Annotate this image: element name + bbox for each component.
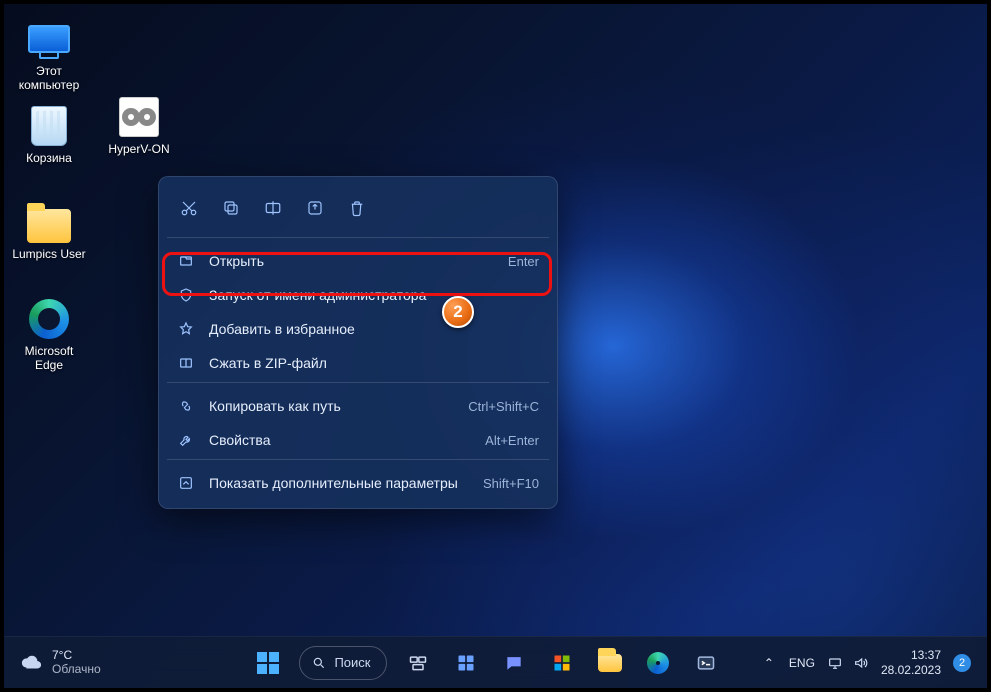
icon-label: Lumpics User: [12, 247, 85, 261]
menu-label: Показать дополнительные параметры: [209, 475, 469, 491]
date: 28.02.2023: [881, 663, 941, 677]
desktop-icon-edge[interactable]: Microsoft Edge: [4, 292, 94, 379]
tray-status[interactable]: [827, 655, 869, 671]
menu-item-more-options[interactable]: Показать дополнительные параметры Shift+…: [167, 466, 549, 500]
desktop-icon-this-pc[interactable]: Этот компьютер: [4, 12, 94, 99]
weather-desc: Облачно: [52, 663, 101, 676]
share-icon[interactable]: [295, 189, 335, 227]
copy-icon[interactable]: [211, 189, 251, 227]
menu-label: Добавить в избранное: [209, 321, 539, 337]
icon-label: Этот компьютер: [19, 64, 80, 93]
desktop-icon-folder[interactable]: Lumpics User: [4, 195, 94, 267]
desktop-icon-hyperv[interactable]: HyperV-ON: [94, 90, 184, 162]
delete-icon[interactable]: [337, 189, 377, 227]
notifications-badge[interactable]: 2: [953, 654, 971, 672]
cut-icon[interactable]: [169, 189, 209, 227]
system-tray: ⌃ ENG 13:37 28.02.2023 2: [761, 648, 987, 677]
menu-shortcut: Ctrl+Shift+C: [468, 399, 539, 414]
search-icon: [312, 656, 326, 670]
search-label: Поиск: [334, 655, 370, 670]
weather-icon: [20, 652, 42, 674]
star-icon: [177, 321, 195, 337]
menu-label: Свойства: [209, 432, 471, 448]
more-icon: [177, 475, 195, 491]
menu-label: Открыть: [209, 253, 494, 269]
edge-button[interactable]: [637, 642, 679, 684]
menu-item-properties[interactable]: Свойства Alt+Enter: [167, 423, 549, 457]
batch-file-icon: [116, 96, 162, 138]
folder-icon: [598, 654, 622, 672]
menu-label: Запуск от имени администратора: [209, 287, 525, 303]
terminal-button[interactable]: [685, 642, 727, 684]
context-menu: Открыть Enter Запуск от имени администра…: [158, 176, 558, 509]
menu-shortcut: Enter: [508, 254, 539, 269]
clock[interactable]: 13:37 28.02.2023: [881, 648, 941, 677]
volume-icon: [853, 655, 869, 671]
menu-label: Сжать в ZIP-файл: [209, 355, 539, 371]
network-icon: [827, 655, 843, 671]
menu-item-open[interactable]: Открыть Enter: [167, 244, 549, 278]
widgets-button[interactable]: [445, 642, 487, 684]
desktop-icon-recycle-bin[interactable]: Корзина: [4, 99, 94, 171]
shield-icon: [177, 287, 195, 303]
link-icon: [177, 398, 195, 414]
icon-label: Microsoft Edge: [25, 344, 74, 373]
language-indicator[interactable]: ENG: [789, 656, 815, 670]
windows-icon: [257, 652, 279, 674]
icon-label: Корзина: [26, 151, 72, 165]
menu-shortcut: Shift+F10: [483, 476, 539, 491]
chat-icon: [504, 653, 524, 673]
monitor-icon: [26, 18, 72, 60]
copilot-icon: [552, 653, 572, 673]
weather-temp: 7°C: [52, 649, 101, 662]
search-input[interactable]: Поиск: [299, 646, 387, 680]
screen: Этот компьютер Корзина HyperV-ON Lumpics…: [0, 0, 991, 692]
tray-expand-icon[interactable]: ⌃: [761, 656, 777, 670]
task-view-icon: [408, 653, 428, 673]
chat-button[interactable]: [493, 642, 535, 684]
menu-item-run-as-admin[interactable]: Запуск от имени администратора: [167, 278, 549, 312]
explorer-button[interactable]: [589, 642, 631, 684]
taskbar: 7°C Облачно Поиск ⌃ ENG: [4, 636, 987, 688]
task-view-button[interactable]: [397, 642, 439, 684]
icon-label: HyperV-ON: [108, 142, 169, 156]
separator: [167, 237, 549, 238]
bin-icon: [26, 105, 72, 147]
context-menu-quick-actions: [167, 185, 549, 235]
menu-item-zip[interactable]: Сжать в ZIP-файл: [167, 346, 549, 380]
widgets-icon: [456, 653, 476, 673]
edge-icon: [647, 652, 669, 674]
time: 13:37: [881, 648, 941, 662]
menu-shortcut: Alt+Enter: [485, 433, 539, 448]
edge-icon: [26, 298, 72, 340]
separator: [167, 459, 549, 460]
taskbar-center: Поиск: [214, 642, 761, 684]
menu-item-favorites[interactable]: Добавить в избранное: [167, 312, 549, 346]
copilot-button[interactable]: [541, 642, 583, 684]
annotation-callout: 2: [442, 296, 474, 328]
wrench-icon: [177, 432, 195, 448]
start-button[interactable]: [247, 642, 289, 684]
menu-label: Копировать как путь: [209, 398, 454, 414]
folder-icon: [26, 201, 72, 243]
open-icon: [177, 253, 195, 269]
zip-icon: [177, 355, 195, 371]
terminal-icon: [696, 653, 716, 673]
weather-widget[interactable]: 7°C Облачно: [4, 649, 214, 675]
separator: [167, 382, 549, 383]
rename-icon[interactable]: [253, 189, 293, 227]
menu-item-copy-path[interactable]: Копировать как путь Ctrl+Shift+C: [167, 389, 549, 423]
